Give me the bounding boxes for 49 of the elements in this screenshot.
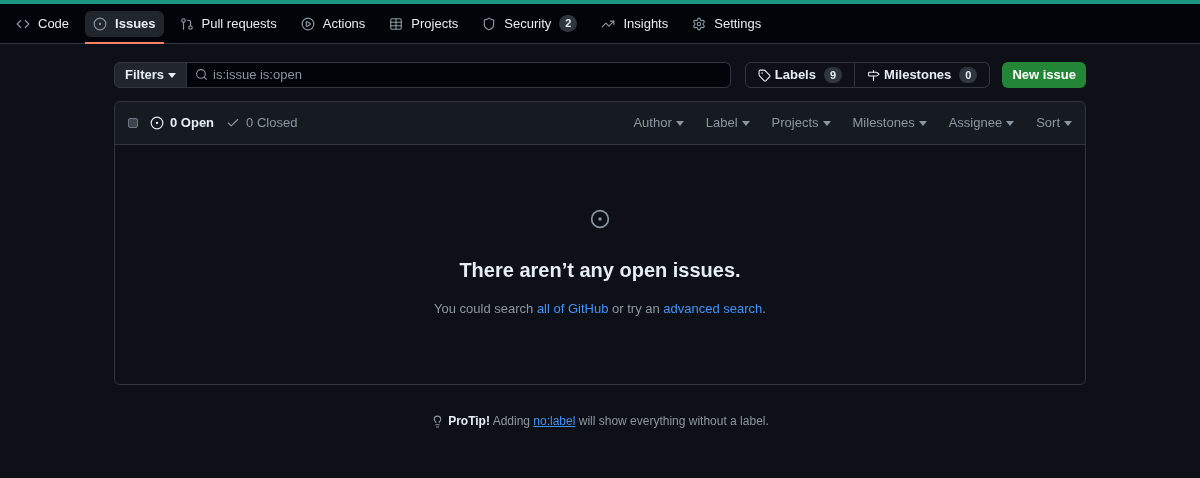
search-field[interactable]: is:issue is:open: [187, 62, 731, 88]
nav-tab[interactable]: Insights: [593, 10, 677, 37]
circle-dot-icon: [93, 16, 108, 31]
state-filter[interactable]: 0 Open: [150, 113, 215, 133]
caret-icon: [1006, 120, 1015, 126]
caret-icon: [1064, 120, 1072, 126]
empty-state-message: You could search all of GitHub or try an advanced search.: [434, 300, 766, 318]
nav-tab[interactable]: Pull requests: [171, 10, 285, 37]
counter: 2: [559, 15, 578, 32]
caret-icon: [741, 120, 750, 126]
table-icon: [389, 16, 404, 31]
nav-tab[interactable]: Code: [8, 10, 78, 37]
nav-tab[interactable]: Actions: [292, 10, 374, 37]
filters-button[interactable]: Filters: [114, 62, 187, 88]
filter-menu[interactable]: Projects: [771, 113, 831, 133]
caret-icon: [168, 72, 176, 78]
search-icon: [195, 68, 208, 81]
new-issue-button[interactable]: New issue: [1002, 62, 1086, 88]
filter-menu[interactable]: Assignee: [948, 113, 1015, 133]
settings-icon: [692, 16, 707, 31]
caret-icon: [822, 120, 831, 126]
circle-dot-icon: [590, 209, 610, 229]
link[interactable]: no:label: [533, 414, 576, 428]
nav-tab[interactable]: Issues: [85, 10, 164, 37]
counter: 9: [823, 66, 843, 84]
caret-icon: [918, 120, 927, 126]
state-filter[interactable]: 0 Closed: [226, 113, 298, 133]
filter-menu[interactable]: Milestones: [852, 113, 927, 133]
milestones-button[interactable]: Milestones 0: [855, 62, 991, 88]
nav-tab[interactable]: Projects: [381, 10, 467, 37]
shield-icon: [482, 16, 497, 31]
pull-request-icon: [179, 16, 194, 31]
filter-menu[interactable]: Author: [633, 113, 684, 133]
checkbox[interactable]: [128, 118, 138, 128]
counter: 0: [959, 66, 978, 84]
circle-dot-icon: [150, 116, 164, 130]
milestone-icon: [867, 68, 881, 82]
nav-tab[interactable]: Settings: [684, 10, 770, 37]
filter-menu[interactable]: Label: [705, 113, 750, 133]
check-icon: [226, 116, 241, 130]
filter-menu[interactable]: Sort: [1036, 113, 1072, 133]
caret-icon: [675, 120, 684, 126]
labels-button[interactable]: Labels 9: [744, 62, 856, 88]
link[interactable]: all of GitHub: [536, 301, 609, 316]
play-icon: [300, 16, 315, 31]
empty-state-title: There aren’t any open issues.: [459, 258, 741, 283]
nav-tab[interactable]: Security 2: [474, 10, 586, 37]
tag-icon: [757, 68, 771, 82]
protip-text: ProTip! Adding no:label will show everything without a label.: [448, 413, 769, 430]
